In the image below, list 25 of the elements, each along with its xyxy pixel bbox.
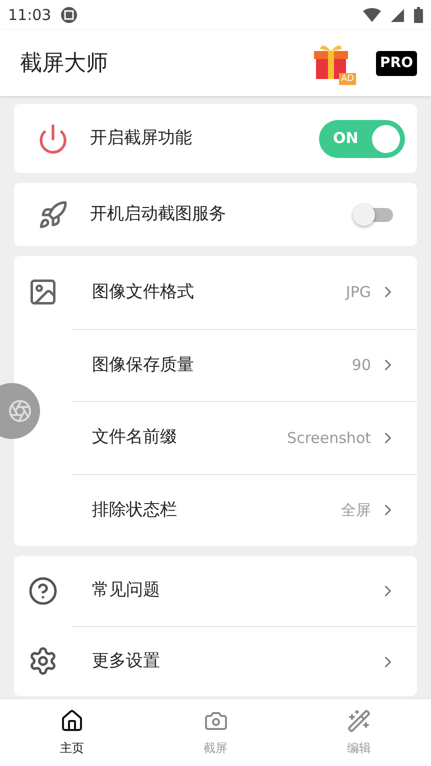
power-icon [37,122,69,154]
wifi-icon [363,8,381,22]
nav-tab[interactable]: 主页 [0,699,144,766]
signal-icon [391,8,404,22]
settings-row[interactable]: 图像保存质量 90 [72,328,417,401]
rocket-icon [38,200,68,230]
image-icon [28,277,58,308]
settings-row[interactable]: 排除状态栏 全屏 [72,474,417,546]
app-title: 截屏大师 [20,50,109,78]
battery-icon [414,7,423,23]
status-time: 11:03 [8,4,52,26]
pro-badge[interactable]: PRO [376,50,417,76]
setting-label: 开启截屏功能 [90,126,193,150]
help-icon [28,576,58,606]
toggle-switch[interactable] [353,204,393,226]
aperture-icon [8,399,32,423]
settings-icon [28,646,58,676]
settings-row[interactable]: 图像文件格式 JPG [72,256,417,328]
magic-wand-icon [347,708,372,732]
setting-label: 开机启动截图服务 [90,202,227,226]
settings-row[interactable]: 文件名前缀 Screenshot [72,401,417,474]
home-icon [60,708,84,732]
settings-row[interactable]: 常见问题 [72,556,417,626]
ad-badge: AD [338,73,356,85]
settings-row[interactable]: 更多设置 [72,626,417,696]
